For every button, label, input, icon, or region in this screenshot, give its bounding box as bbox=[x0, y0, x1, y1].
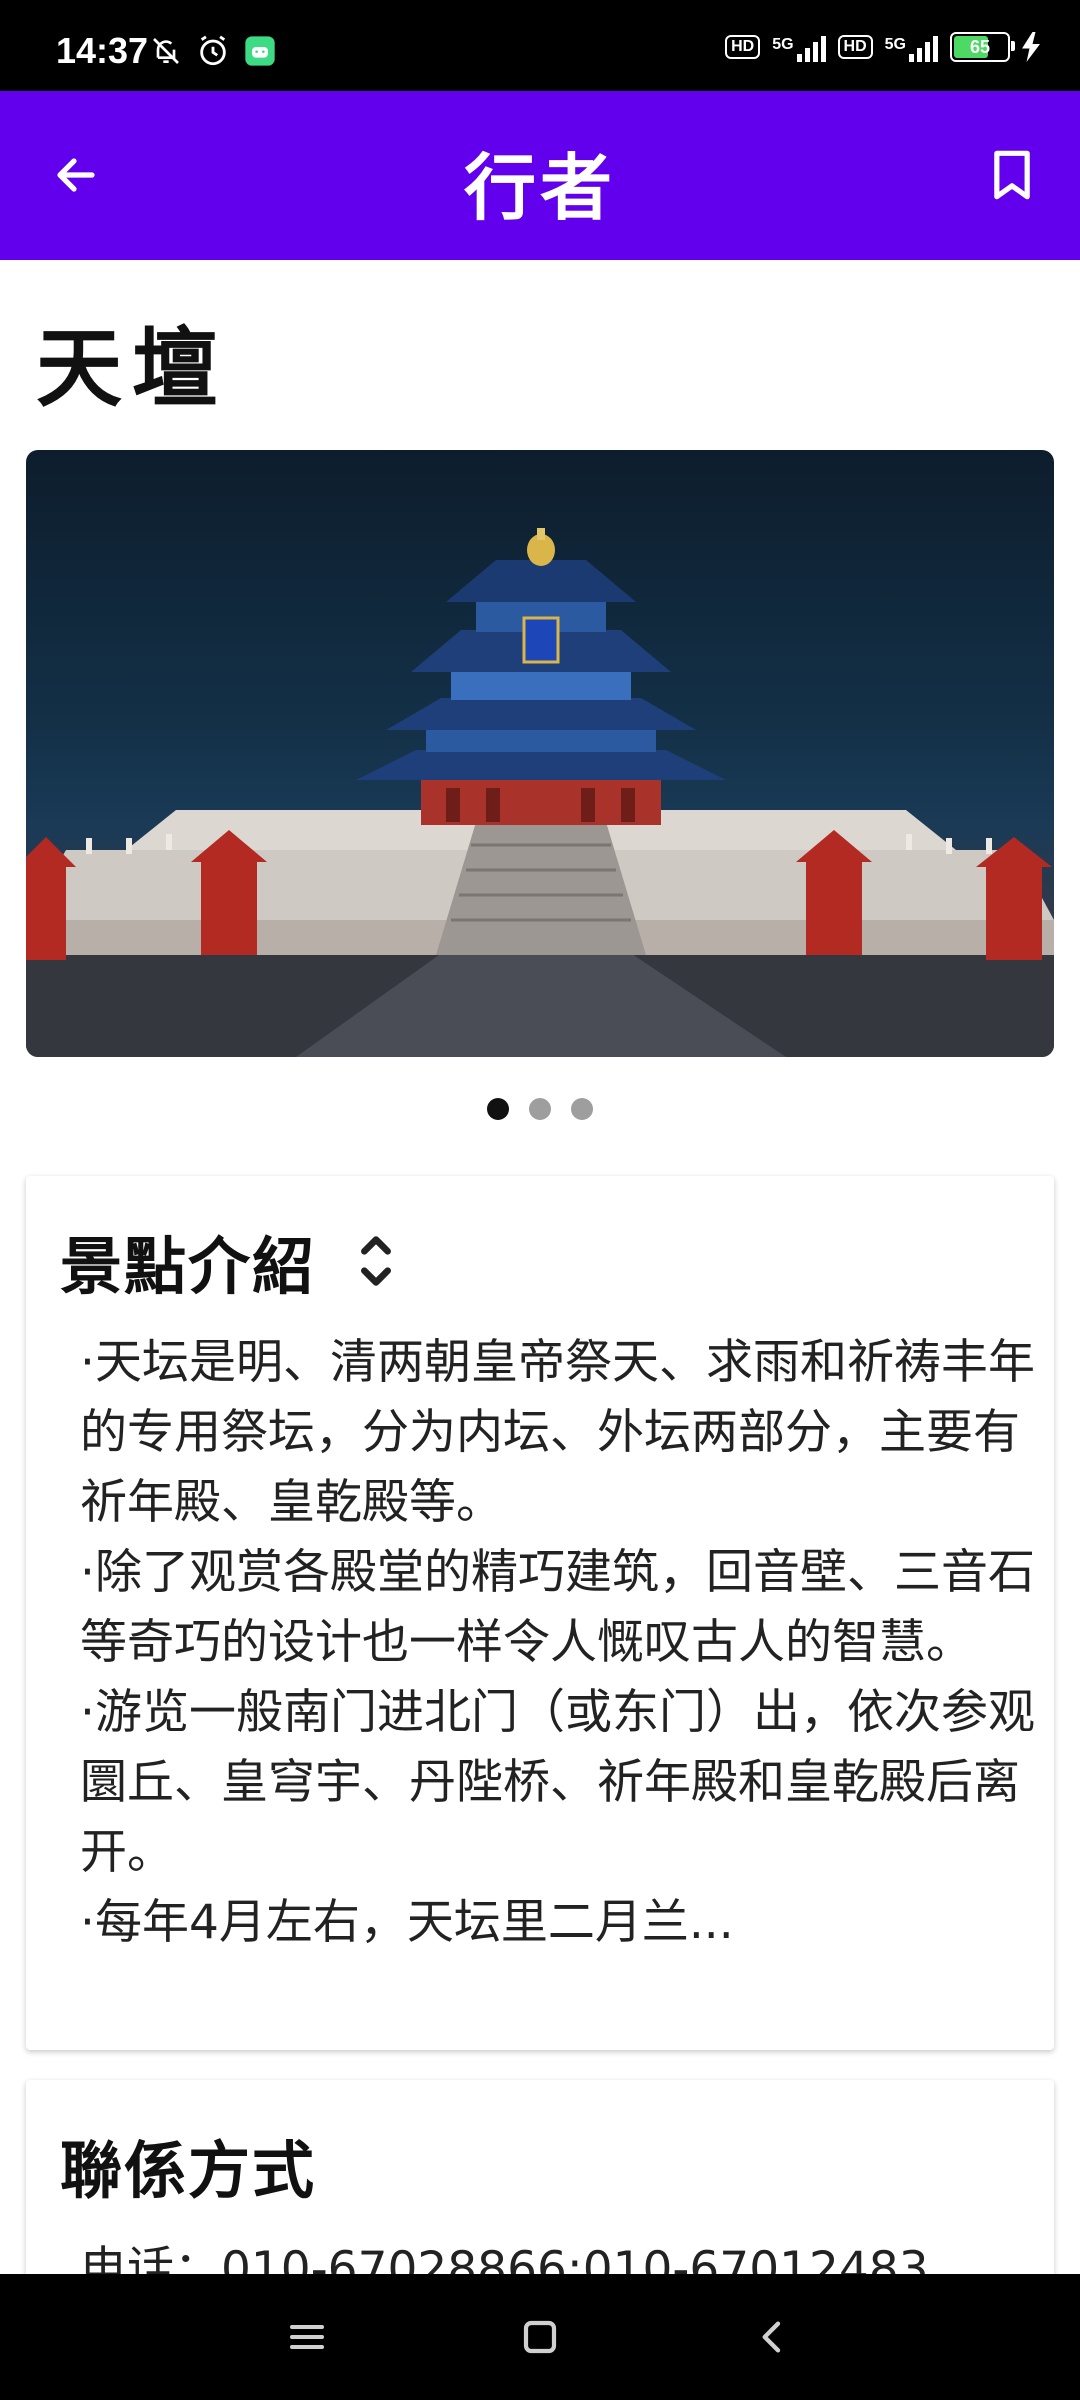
network-type: 5G bbox=[772, 36, 794, 53]
recent-apps-button[interactable] bbox=[274, 2304, 340, 2370]
status-notification-icons bbox=[150, 34, 276, 68]
signal-icon: 5G bbox=[772, 32, 826, 62]
contact-title: 聯係方式 bbox=[60, 2134, 317, 2207]
app-title: 行者 bbox=[463, 145, 616, 230]
status-time: 14:37 bbox=[56, 30, 149, 71]
hd-badge-2: HD bbox=[837, 35, 873, 59]
charging-icon bbox=[1022, 32, 1040, 62]
bookmark-button[interactable] bbox=[974, 137, 1050, 213]
nav-back-button[interactable] bbox=[740, 2304, 806, 2370]
status-system-icons: HD 5G HD 5G 65 bbox=[725, 32, 1040, 62]
intro-title: 景點介紹 bbox=[60, 1230, 317, 1303]
carousel-dot-1[interactable] bbox=[487, 1098, 509, 1120]
carousel-image[interactable] bbox=[26, 450, 1054, 1057]
hd-badge: HD bbox=[725, 35, 761, 59]
home-icon bbox=[523, 2320, 557, 2354]
carousel-dot-3[interactable] bbox=[571, 1098, 593, 1120]
carousel-dot-2[interactable] bbox=[529, 1098, 551, 1120]
home-button[interactable] bbox=[507, 2304, 573, 2370]
android-app-icon bbox=[245, 36, 275, 66]
intro-paragraph: ·天坛是明、清两朝皇帝祭天、求雨和祈祷丰年的专用祭坛，分为内坛、外坛两部分，主要… bbox=[80, 1335, 1035, 1530]
bookmark-icon bbox=[994, 150, 1030, 200]
place-title: 天壇 bbox=[36, 318, 228, 419]
back-icon bbox=[762, 2321, 781, 2353]
intro-body: ·天坛是明、清两朝皇帝祭天、求雨和祈祷丰年的专用祭坛，分为内坛、外坛两部分，主要… bbox=[80, 1328, 1040, 1958]
bell-off-icon bbox=[153, 38, 179, 64]
intro-paragraph: ·每年4月左右，天坛里二月兰... bbox=[80, 1895, 734, 1950]
app-bar: 行者 bbox=[0, 91, 1080, 260]
network-type-2: 5G bbox=[884, 36, 906, 53]
status-bar: 14:37 HD 5G HD 5G 65 bbox=[0, 0, 1080, 91]
intro-paragraph: ·游览一般南门进北门（或东门）出，依次参观圜丘、皇穹宇、丹陛桥、祈年殿和皇乾殿后… bbox=[80, 1685, 1035, 1880]
battery-icon: 65 bbox=[950, 32, 1015, 62]
battery-level: 65 bbox=[969, 37, 991, 57]
intro-paragraph: ·除了观赏各殿堂的精巧建筑，回音壁、三音石等奇巧的设计也一样令人慨叹古人的智慧。 bbox=[80, 1545, 1035, 1670]
signal-icon-2: 5G bbox=[885, 32, 938, 62]
alarm-icon bbox=[200, 35, 226, 66]
expand-collapse-icon[interactable] bbox=[356, 1226, 396, 1296]
system-nav-bar bbox=[0, 2274, 1080, 2400]
menu-icon bbox=[290, 2325, 324, 2349]
carousel-indicator bbox=[0, 1098, 1080, 1120]
intro-card: 景點介紹 ·天坛是明、清两朝皇帝祭天、求雨和祈祷丰年的专用祭坛，分为内坛、外坛两… bbox=[26, 1176, 1054, 2050]
temple-image bbox=[26, 528, 1054, 1057]
